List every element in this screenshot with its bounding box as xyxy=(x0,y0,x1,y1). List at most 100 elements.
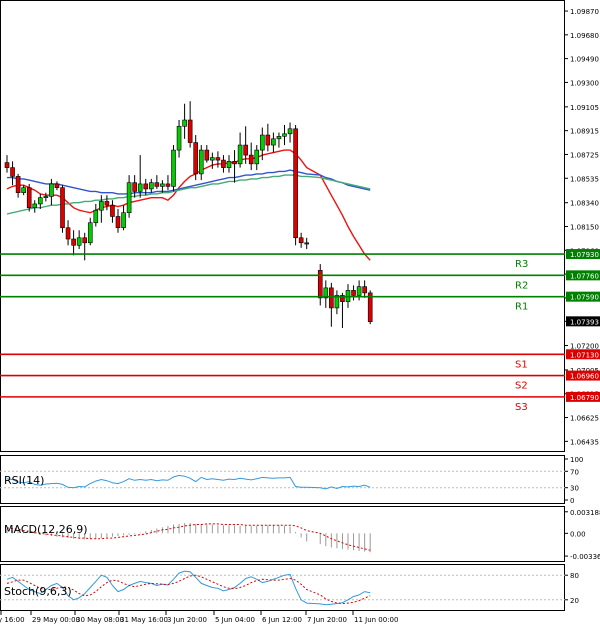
candle-body-down xyxy=(204,149,210,161)
candle-body-up xyxy=(271,138,276,146)
price-tick-label: 1.08150 xyxy=(570,224,599,232)
trading-chart: 1.09870 1.09680 1.09490 1.09300 1.09105 1.089… xyxy=(0,0,600,624)
price-tick-label: 1.09680 xyxy=(570,32,599,40)
candle-body-down xyxy=(232,161,237,165)
candle-body-down xyxy=(362,286,367,294)
candle-body-down xyxy=(143,183,149,190)
level-price-label: 1.06960 xyxy=(570,373,599,381)
candle-body-up xyxy=(237,144,243,165)
level-name-s3: S3 xyxy=(515,402,528,413)
candle-body-up xyxy=(160,183,165,187)
candle-body-up xyxy=(171,149,176,187)
indicator-tick-label: 70 xyxy=(570,468,579,476)
candle-body-up xyxy=(87,222,93,244)
time-label: y 16:00 xyxy=(0,616,25,624)
candle-body-down xyxy=(293,128,298,239)
stoch-axis: 80 20 xyxy=(565,572,579,605)
indicator-tick-label: 30 xyxy=(570,485,579,493)
candle-body-down xyxy=(265,134,271,146)
time-label: 31 May 16:00 xyxy=(120,616,168,624)
candle-body-up xyxy=(137,183,143,192)
candle-body-down xyxy=(351,290,356,296)
price-tick-label: 1.08725 xyxy=(570,151,599,159)
candle-body-up xyxy=(99,201,104,211)
candle-body-up xyxy=(37,197,43,205)
candle-body-down xyxy=(154,182,160,187)
candle-body-up xyxy=(259,134,265,151)
candle-body-down xyxy=(132,182,137,192)
level-name-r3: R3 xyxy=(515,259,528,270)
indicator-tick-label: 0.00 xyxy=(570,530,586,538)
time-axis: y 16:00 29 May 00:0030 May 08:0031 May 16… xyxy=(0,611,398,624)
candle-body-up xyxy=(21,187,26,193)
level-name-s2: S2 xyxy=(515,381,528,392)
current-price-label: 1.07393 xyxy=(570,318,599,326)
candle-body-up xyxy=(356,286,362,296)
candle-body-down xyxy=(329,287,334,309)
candle-body-up xyxy=(32,203,38,209)
candle-body-down xyxy=(15,176,21,193)
candle xyxy=(293,125,298,246)
candle-body-up xyxy=(76,237,82,246)
time-label: 5 Jun 04:00 xyxy=(215,616,255,624)
price-panel-frame xyxy=(0,0,565,452)
candle-body-down xyxy=(317,270,323,299)
indicator-tick-label: 100 xyxy=(570,456,583,464)
level-name-r2: R2 xyxy=(515,280,528,291)
candle-body-up xyxy=(198,149,204,175)
candle-body-up xyxy=(182,119,187,127)
time-label: 6 Jun 12:00 xyxy=(262,616,302,624)
candle-body-up xyxy=(287,128,293,135)
price-tick-label: 1.09105 xyxy=(570,104,599,112)
candle-body-down xyxy=(65,227,71,240)
price-tick-label: 1.09870 xyxy=(570,8,599,16)
level-price-label: 1.07930 xyxy=(570,251,599,259)
candle xyxy=(26,183,32,212)
time-label: 7 Jun 20:00 xyxy=(307,616,347,624)
candle-body-up xyxy=(149,182,154,190)
level-price-label: 1.07760 xyxy=(570,272,599,280)
indicator-tick-label: -0.003368 xyxy=(570,553,600,561)
time-label: 29 May 00:00 xyxy=(32,616,80,624)
candle-body-down xyxy=(60,187,65,229)
level-price-label: 1.07130 xyxy=(570,351,599,359)
macd-panel: 0.003188 0.00 -0.003368 MACD(12,26,9) xyxy=(0,506,600,562)
candle-body-up xyxy=(93,209,99,224)
price-tick-label: 1.09300 xyxy=(570,79,599,87)
time-label: 30 May 08:00 xyxy=(76,616,124,624)
price-tick-label: 1.06625 xyxy=(570,415,599,423)
candle-body-down xyxy=(54,183,60,188)
rsi-label: RSI(14) xyxy=(4,474,44,487)
current-price-marker: 1.07393 xyxy=(566,316,600,327)
candle xyxy=(60,185,65,233)
candle-body-up xyxy=(226,161,232,168)
level-price-label: 1.07590 xyxy=(570,294,599,302)
rsi-panel: 100 70 30 0 RSI(14) xyxy=(0,455,583,505)
rsi-axis: 100 70 30 0 xyxy=(565,456,583,505)
stoch-panel-frame xyxy=(0,564,565,611)
time-label: 11 Jun 00:00 xyxy=(354,616,398,624)
level-price-label: 1.06790 xyxy=(570,394,599,402)
candle-body-down xyxy=(82,237,87,244)
candle-body-down xyxy=(193,142,198,175)
candle-body-up xyxy=(254,149,260,165)
candle-body-up xyxy=(49,183,54,197)
candle-body-down xyxy=(248,154,254,165)
indicator-tick-label: 20 xyxy=(570,597,579,605)
candle-body-up xyxy=(210,157,215,161)
level-name-s1: S1 xyxy=(515,359,528,370)
candle-body-down xyxy=(243,144,248,156)
level-name-r1: R1 xyxy=(515,302,528,313)
price-tick-label: 1.08340 xyxy=(570,200,599,208)
candle-body-down xyxy=(298,237,304,244)
candle-body-down xyxy=(26,187,32,209)
indicator-tick-label: 0.003188 xyxy=(570,509,600,517)
price-tick-label: 1.08535 xyxy=(570,175,599,183)
stoch-label: Stoch(9,6,3) xyxy=(4,585,72,598)
indicator-tick-label: 80 xyxy=(570,572,579,580)
indicator-tick-label: 0 xyxy=(570,497,574,505)
price-axis: 1.09870 1.09680 1.09490 1.09300 1.09105 1.089… xyxy=(565,8,599,446)
price-tick-label: 1.06435 xyxy=(570,438,599,446)
candle-body-down xyxy=(165,183,171,187)
stoch-panel: 80 20 Stoch(9,6,3) xyxy=(0,564,579,611)
